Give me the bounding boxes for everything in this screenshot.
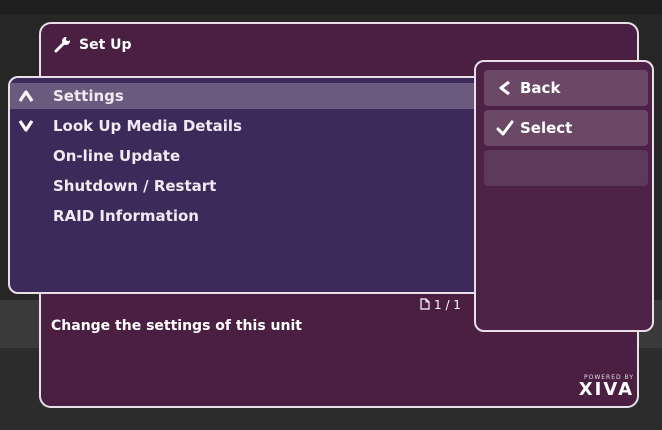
menu-item-label: Settings	[53, 87, 124, 105]
wrench-icon	[53, 35, 73, 55]
up-arrow-icon[interactable]	[16, 86, 36, 106]
xiva-logo: POWERED BY XIVA	[574, 374, 634, 406]
down-arrow-icon[interactable]	[16, 116, 36, 136]
title-bar: Set Up	[53, 34, 132, 56]
background-top	[0, 0, 662, 14]
menu-list: Settings Look Up Media Details On-line U…	[8, 76, 486, 294]
menu-item-look-up-media[interactable]: Look Up Media Details	[10, 113, 476, 139]
menu-item-raid-information[interactable]: RAID Information	[10, 203, 476, 229]
back-chevron-icon	[494, 78, 516, 98]
page-count: 1 / 1	[434, 298, 461, 312]
logo-brand: XIVA	[578, 379, 634, 400]
menu-item-label: Shutdown / Restart	[53, 177, 217, 195]
page-title: Set Up	[79, 37, 132, 53]
back-button[interactable]: Back	[484, 70, 648, 106]
action-panel: Back Select	[474, 60, 654, 332]
back-label: Back	[520, 79, 561, 97]
menu-item-label: Look Up Media Details	[53, 117, 242, 135]
menu-item-label: RAID Information	[53, 207, 199, 225]
menu-item-label: On-line Update	[53, 147, 181, 165]
item-description: Change the settings of this unit	[51, 318, 302, 334]
menu-item-online-update[interactable]: On-line Update	[10, 143, 476, 169]
checkmark-icon	[494, 118, 516, 138]
empty-button	[484, 150, 648, 186]
page-indicator: 1 / 1	[420, 296, 461, 314]
select-label: Select	[520, 119, 573, 137]
select-button[interactable]: Select	[484, 110, 648, 146]
menu-item-settings[interactable]: Settings	[10, 83, 476, 109]
menu-item-shutdown-restart[interactable]: Shutdown / Restart	[10, 173, 476, 199]
page-icon	[420, 297, 430, 313]
